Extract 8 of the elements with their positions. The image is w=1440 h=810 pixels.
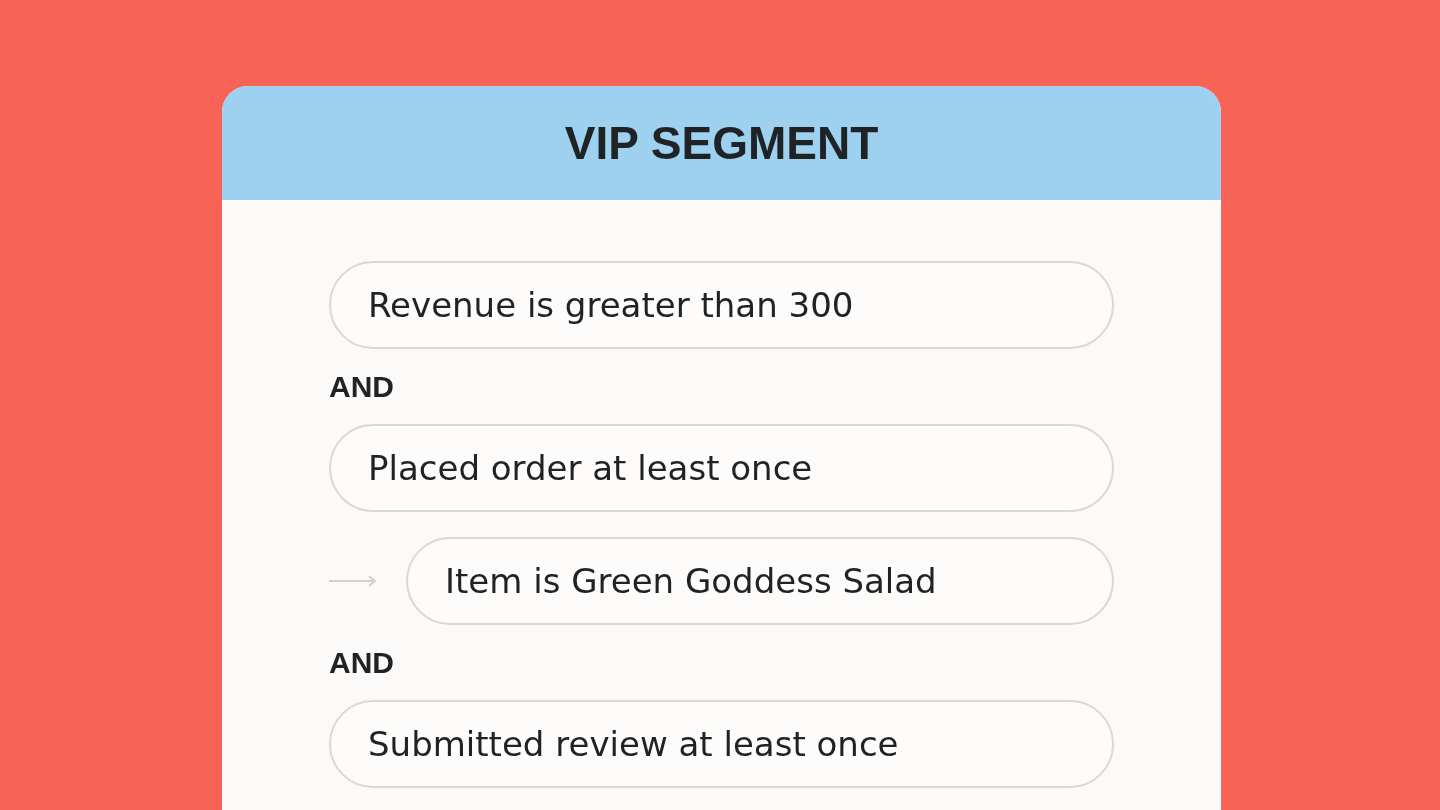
condition-pill[interactable]: Placed order at least once — [329, 424, 1114, 512]
condition-pill[interactable]: Revenue is greater than 300 — [329, 261, 1114, 349]
operator-label: AND — [329, 645, 394, 680]
segment-title: VIP SEGMENT — [564, 116, 879, 170]
operator-label: AND — [329, 369, 394, 404]
condition-pill[interactable]: Submitted review at least once — [329, 700, 1114, 788]
arrow-icon — [329, 575, 377, 587]
sub-condition-pill[interactable]: Item is Green Goddess Salad — [406, 537, 1114, 625]
